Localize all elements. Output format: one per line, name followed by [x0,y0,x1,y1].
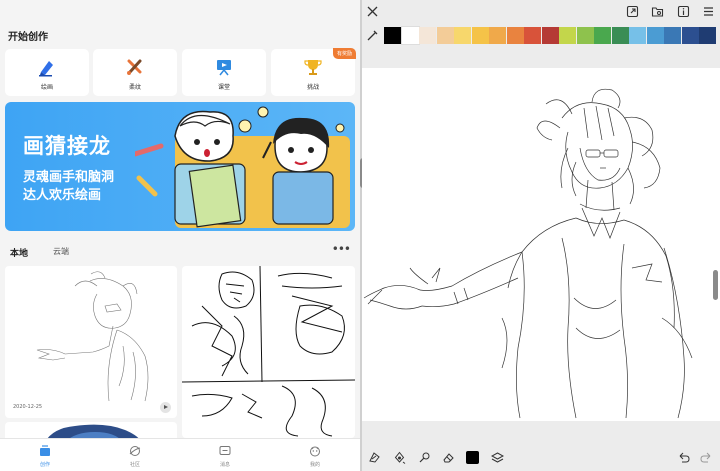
color-swatch[interactable] [384,27,401,44]
community-icon [129,446,141,456]
banner-subtitle-line2: 达人欢乐绘画 [23,188,102,203]
banner-subtitle-line1: 灵魂画手和脑洞 [23,170,115,185]
color-swatch[interactable] [629,27,646,44]
artwork-card[interactable] [182,266,355,438]
redo-icon[interactable] [700,451,713,464]
nav-messages[interactable]: 消息 [180,439,270,471]
banner-pager [153,220,188,231]
color-swatch[interactable] [506,27,524,44]
pencil-icon [39,61,53,77]
profile-icon [310,446,320,457]
sketch-artwork [363,88,693,419]
color-swatch[interactable] [454,27,471,44]
canvas-scroll-handle[interactable] [713,270,718,300]
eraser-tool-icon[interactable] [442,451,455,464]
color-swatch[interactable] [611,27,629,44]
picker-tool-icon[interactable] [418,451,431,464]
color-swatch[interactable] [576,27,594,44]
tool-brushes[interactable]: 柔纹 [93,49,177,96]
color-swatch[interactable] [471,27,489,44]
section-title: 开始创作 [8,32,48,43]
artwork-date: 2020-12-25 [13,404,43,410]
trophy-icon [304,60,322,75]
nav-create-label: 创作 [39,462,50,468]
undo-icon[interactable] [677,451,690,464]
nav-community[interactable]: 社区 [90,439,180,471]
banner-illustration [135,106,350,228]
screen: 开始创作 绘画 柔纹 课堂 挑战 有奖励 画猜接龙 灵魂画手和脑洞 达人欢乐绘画… [0,0,720,471]
tool-draw[interactable]: 绘画 [5,49,89,96]
tool-draw-label: 绘画 [40,84,53,91]
folder-icon[interactable] [651,5,664,18]
fill-tool-icon[interactable] [393,451,406,464]
editor-topbar [362,0,720,24]
create-icon [40,445,50,456]
color-swatch[interactable] [681,27,699,44]
color-swatch[interactable] [594,27,611,44]
color-palette [362,24,720,46]
close-icon[interactable] [366,5,379,18]
tool-challenge-label: 挑战 [306,84,319,91]
nav-profile-label: 我的 [309,462,320,468]
menu-icon[interactable] [702,5,715,18]
color-swatch[interactable] [436,27,454,44]
color-swatch-icon[interactable] [466,451,479,464]
color-swatch[interactable] [524,27,541,44]
artwork-card[interactable]: 2020-12-25 [5,266,177,418]
brushes-icon [127,59,142,75]
eyedropper-icon[interactable] [366,29,379,42]
bottom-navigation: 创作 社区 消息 我的 [0,438,360,471]
banner-title: 画猜接龙 [23,134,111,158]
nav-profile[interactable]: 我的 [270,439,360,471]
gallery-tabs: 本地 云端 ••• [0,240,360,262]
tab-local[interactable]: 本地 [10,246,28,259]
home-pane: 开始创作 绘画 柔纹 课堂 挑战 有奖励 画猜接龙 灵魂画手和脑洞 达人欢乐绘画… [0,0,360,471]
artwork-thumbnail [182,266,355,437]
nav-messages-label: 消息 [219,462,230,468]
color-swatch[interactable] [646,27,664,44]
create-tools: 绘画 柔纹 课堂 挑战 有奖励 [5,48,356,96]
color-swatch[interactable] [489,27,506,44]
info-icon[interactable] [677,5,690,18]
tool-classroom-label: 课堂 [217,84,230,91]
tool-challenge[interactable]: 挑战 有奖励 [271,48,356,96]
editor-pane [362,0,720,471]
layers-icon[interactable] [491,451,504,464]
export-icon[interactable] [626,5,639,18]
color-swatch[interactable] [559,27,576,44]
nav-community-label: 社区 [129,462,140,468]
drawing-canvas[interactable] [362,68,720,421]
brush-tool-icon[interactable] [368,451,381,464]
play-button[interactable] [160,402,171,413]
color-swatch[interactable] [400,26,420,45]
color-swatch[interactable] [699,27,716,44]
promo-banner[interactable]: 画猜接龙 灵魂画手和脑洞 达人欢乐绘画 [5,102,355,231]
tool-classroom[interactable]: 课堂 [182,49,266,96]
artwork-thumbnail [36,271,149,402]
more-options-button[interactable]: ••• [332,242,351,256]
reward-badge: 有奖励 [332,48,356,59]
tool-brushes-label: 柔纹 [128,84,141,91]
message-icon [219,446,231,455]
color-swatch[interactable] [419,27,436,44]
color-swatch[interactable] [664,27,681,44]
classroom-icon [217,60,231,76]
color-swatch[interactable] [541,27,559,44]
editor-bottom-toolbar [362,444,720,471]
tab-cloud[interactable]: 云端 [53,246,69,257]
nav-create[interactable]: 创作 [0,439,90,471]
